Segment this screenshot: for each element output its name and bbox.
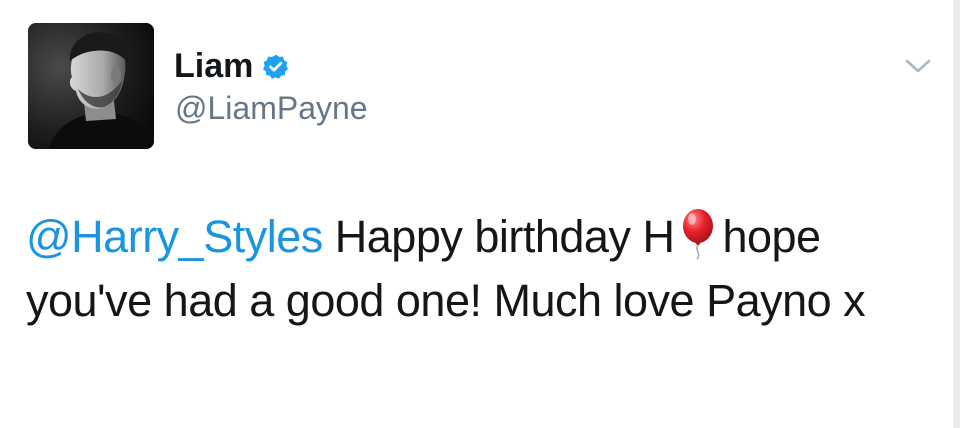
chevron-down-icon[interactable]	[903, 55, 933, 77]
scrollbar[interactable]	[953, 0, 960, 428]
tweet-text: @Harry_Styles Happy birthday H hope you'…	[26, 205, 926, 333]
balloon-emoji-icon	[678, 208, 718, 260]
verified-badge-icon	[262, 53, 289, 80]
user-handle[interactable]: @LiamPayne	[175, 92, 368, 124]
avatar[interactable]	[28, 23, 154, 149]
profile-photo-icon	[28, 23, 154, 149]
tweet-text-part1: Happy birthday H	[334, 211, 675, 262]
display-name[interactable]: Liam	[174, 49, 253, 83]
mention-link[interactable]: @Harry_Styles	[26, 211, 323, 262]
tweet-card: Liam @LiamPayne @Harry_Styles Happy birt…	[0, 0, 960, 428]
user-name-row: Liam	[174, 44, 289, 88]
